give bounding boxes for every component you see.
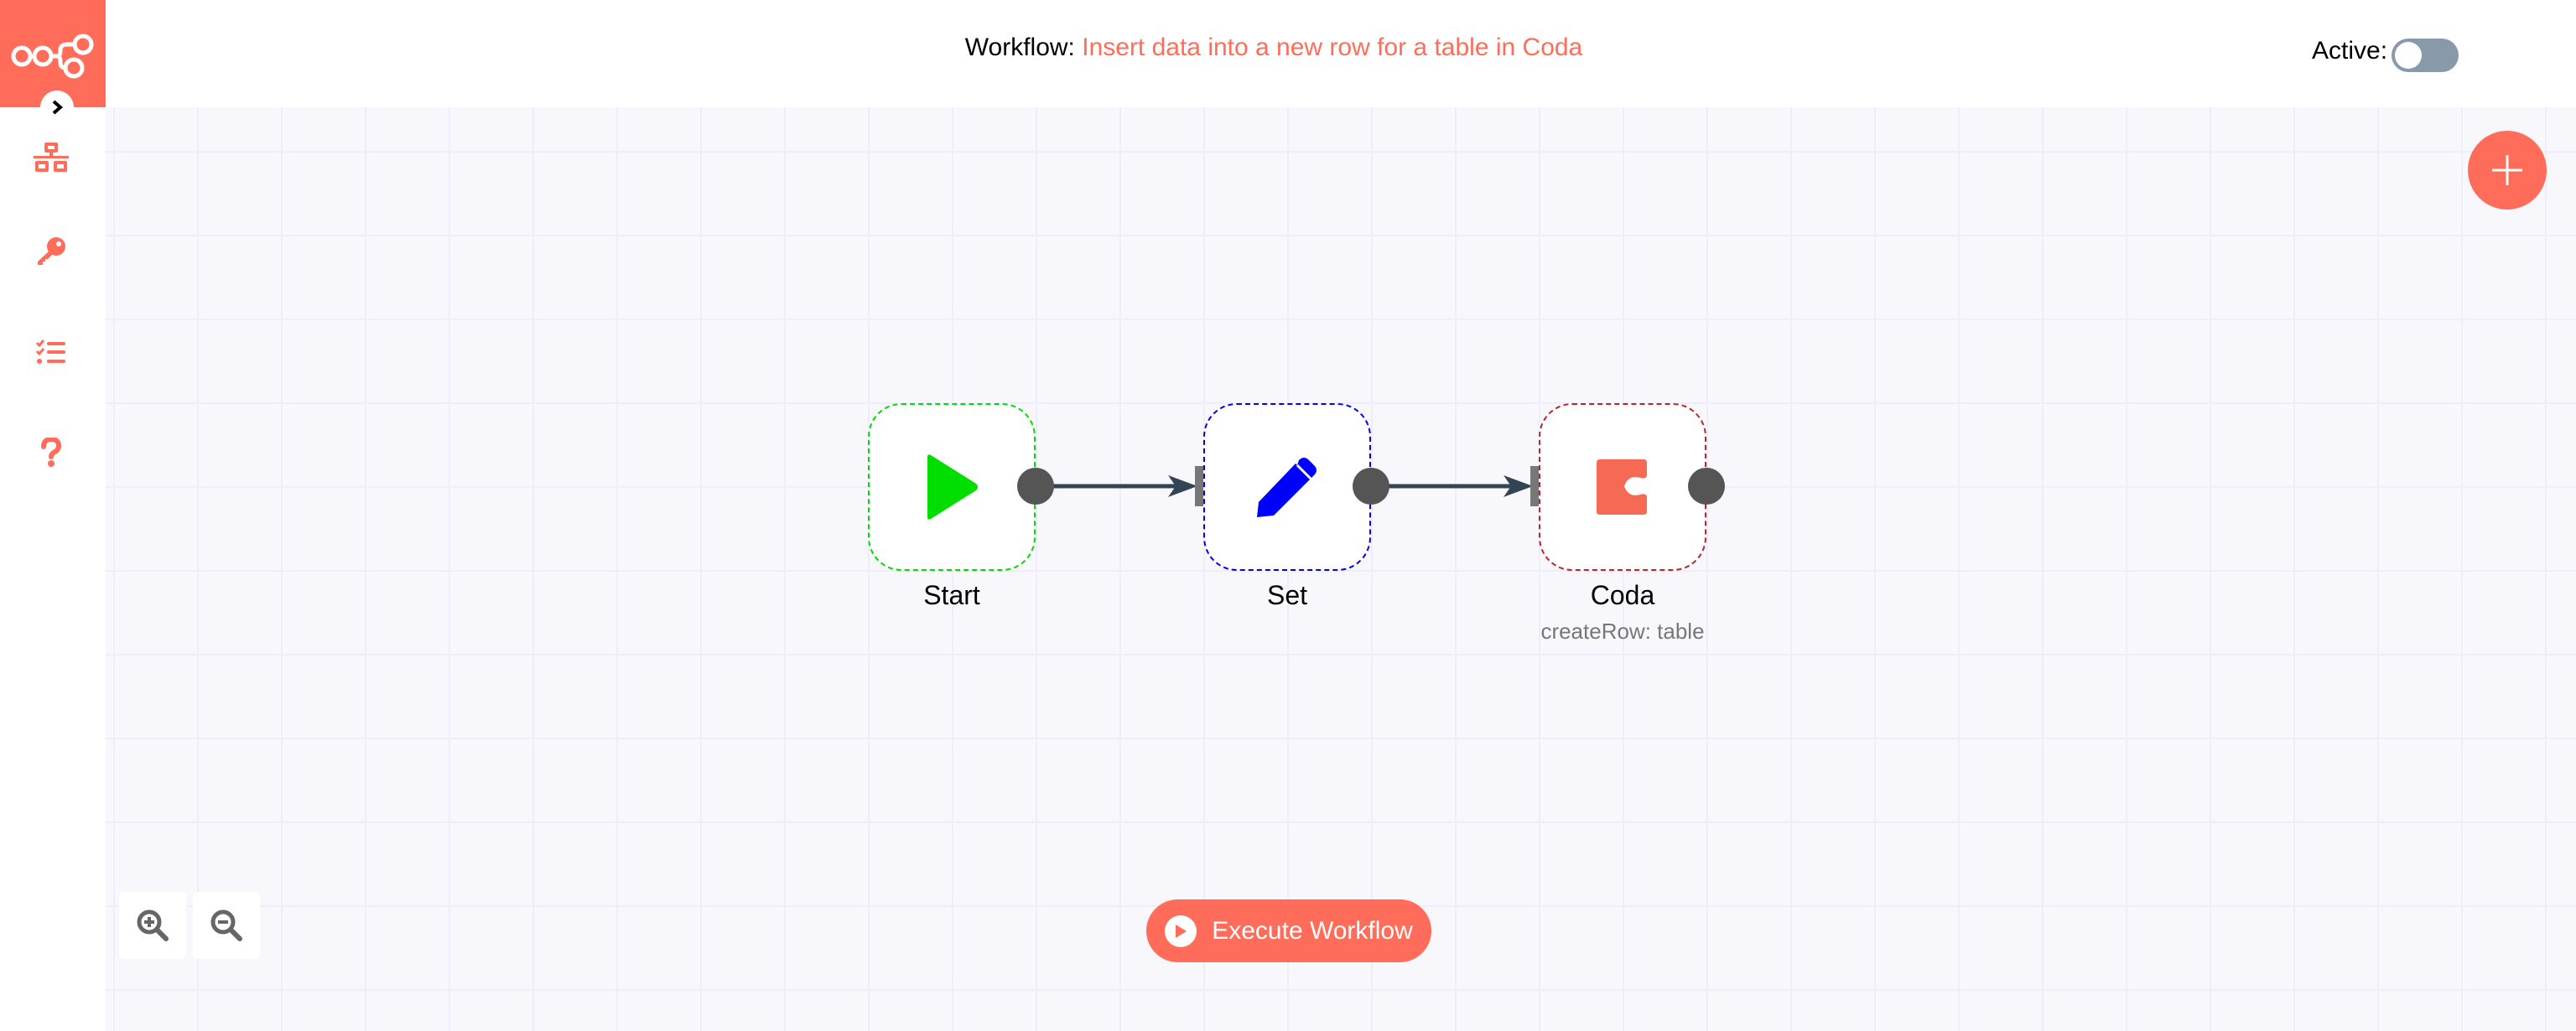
chevron-right-icon	[52, 100, 64, 115]
zoom-out-button[interactable]	[193, 892, 260, 959]
expand-sidebar-button[interactable]	[40, 91, 74, 124]
key-icon	[38, 237, 65, 265]
execute-workflow-label: Execute Workflow	[1212, 916, 1413, 945]
coda-icon	[1597, 459, 1647, 515]
add-node-button[interactable]	[2468, 131, 2547, 210]
sidebar-item-help[interactable]	[28, 429, 75, 476]
network-icon	[34, 142, 69, 172]
play-circle-icon	[1165, 914, 1197, 947]
zoom-in-icon	[137, 909, 169, 941]
zoom-in-button[interactable]	[119, 892, 186, 959]
toggle-knob	[2395, 42, 2422, 69]
workflow-name[interactable]: Insert data into a new row for a table i…	[1082, 34, 1582, 61]
execute-workflow-button[interactable]: Execute Workflow	[1146, 899, 1431, 962]
sidebar-item-credentials[interactable]	[28, 228, 75, 275]
pencil-icon	[1257, 458, 1317, 517]
sidebar	[0, 0, 106, 1031]
coda-output-handle[interactable]	[1688, 468, 1725, 505]
header: Workflow: Insert data into a new row for…	[106, 0, 2576, 107]
set-output-handle[interactable]	[1353, 468, 1389, 505]
node-label-start: Start	[923, 580, 980, 610]
node-coda[interactable]	[1539, 403, 1706, 571]
start-output-handle[interactable]	[1017, 468, 1054, 505]
question-icon	[41, 438, 62, 467]
sidebar-item-workflows[interactable]	[28, 134, 75, 181]
active-toggle[interactable]	[2392, 39, 2459, 72]
plus-icon	[2492, 155, 2522, 185]
node-label-set: Set	[1266, 580, 1308, 610]
zoom-out-icon	[210, 909, 242, 941]
active-label: Active:	[2312, 37, 2388, 65]
node-subtitle-coda: createRow: table	[1540, 619, 1705, 644]
workflow-title: Workflow: Insert data into a new row for…	[0, 34, 2576, 62]
workflow-label: Workflow:	[964, 34, 1075, 61]
sidebar-item-executions[interactable]	[28, 329, 75, 376]
checklist-icon	[36, 339, 65, 364]
node-label-coda: Coda	[1590, 580, 1655, 610]
play-icon	[927, 454, 978, 520]
node-set[interactable]	[1203, 403, 1371, 571]
node-start[interactable]	[868, 403, 1036, 571]
